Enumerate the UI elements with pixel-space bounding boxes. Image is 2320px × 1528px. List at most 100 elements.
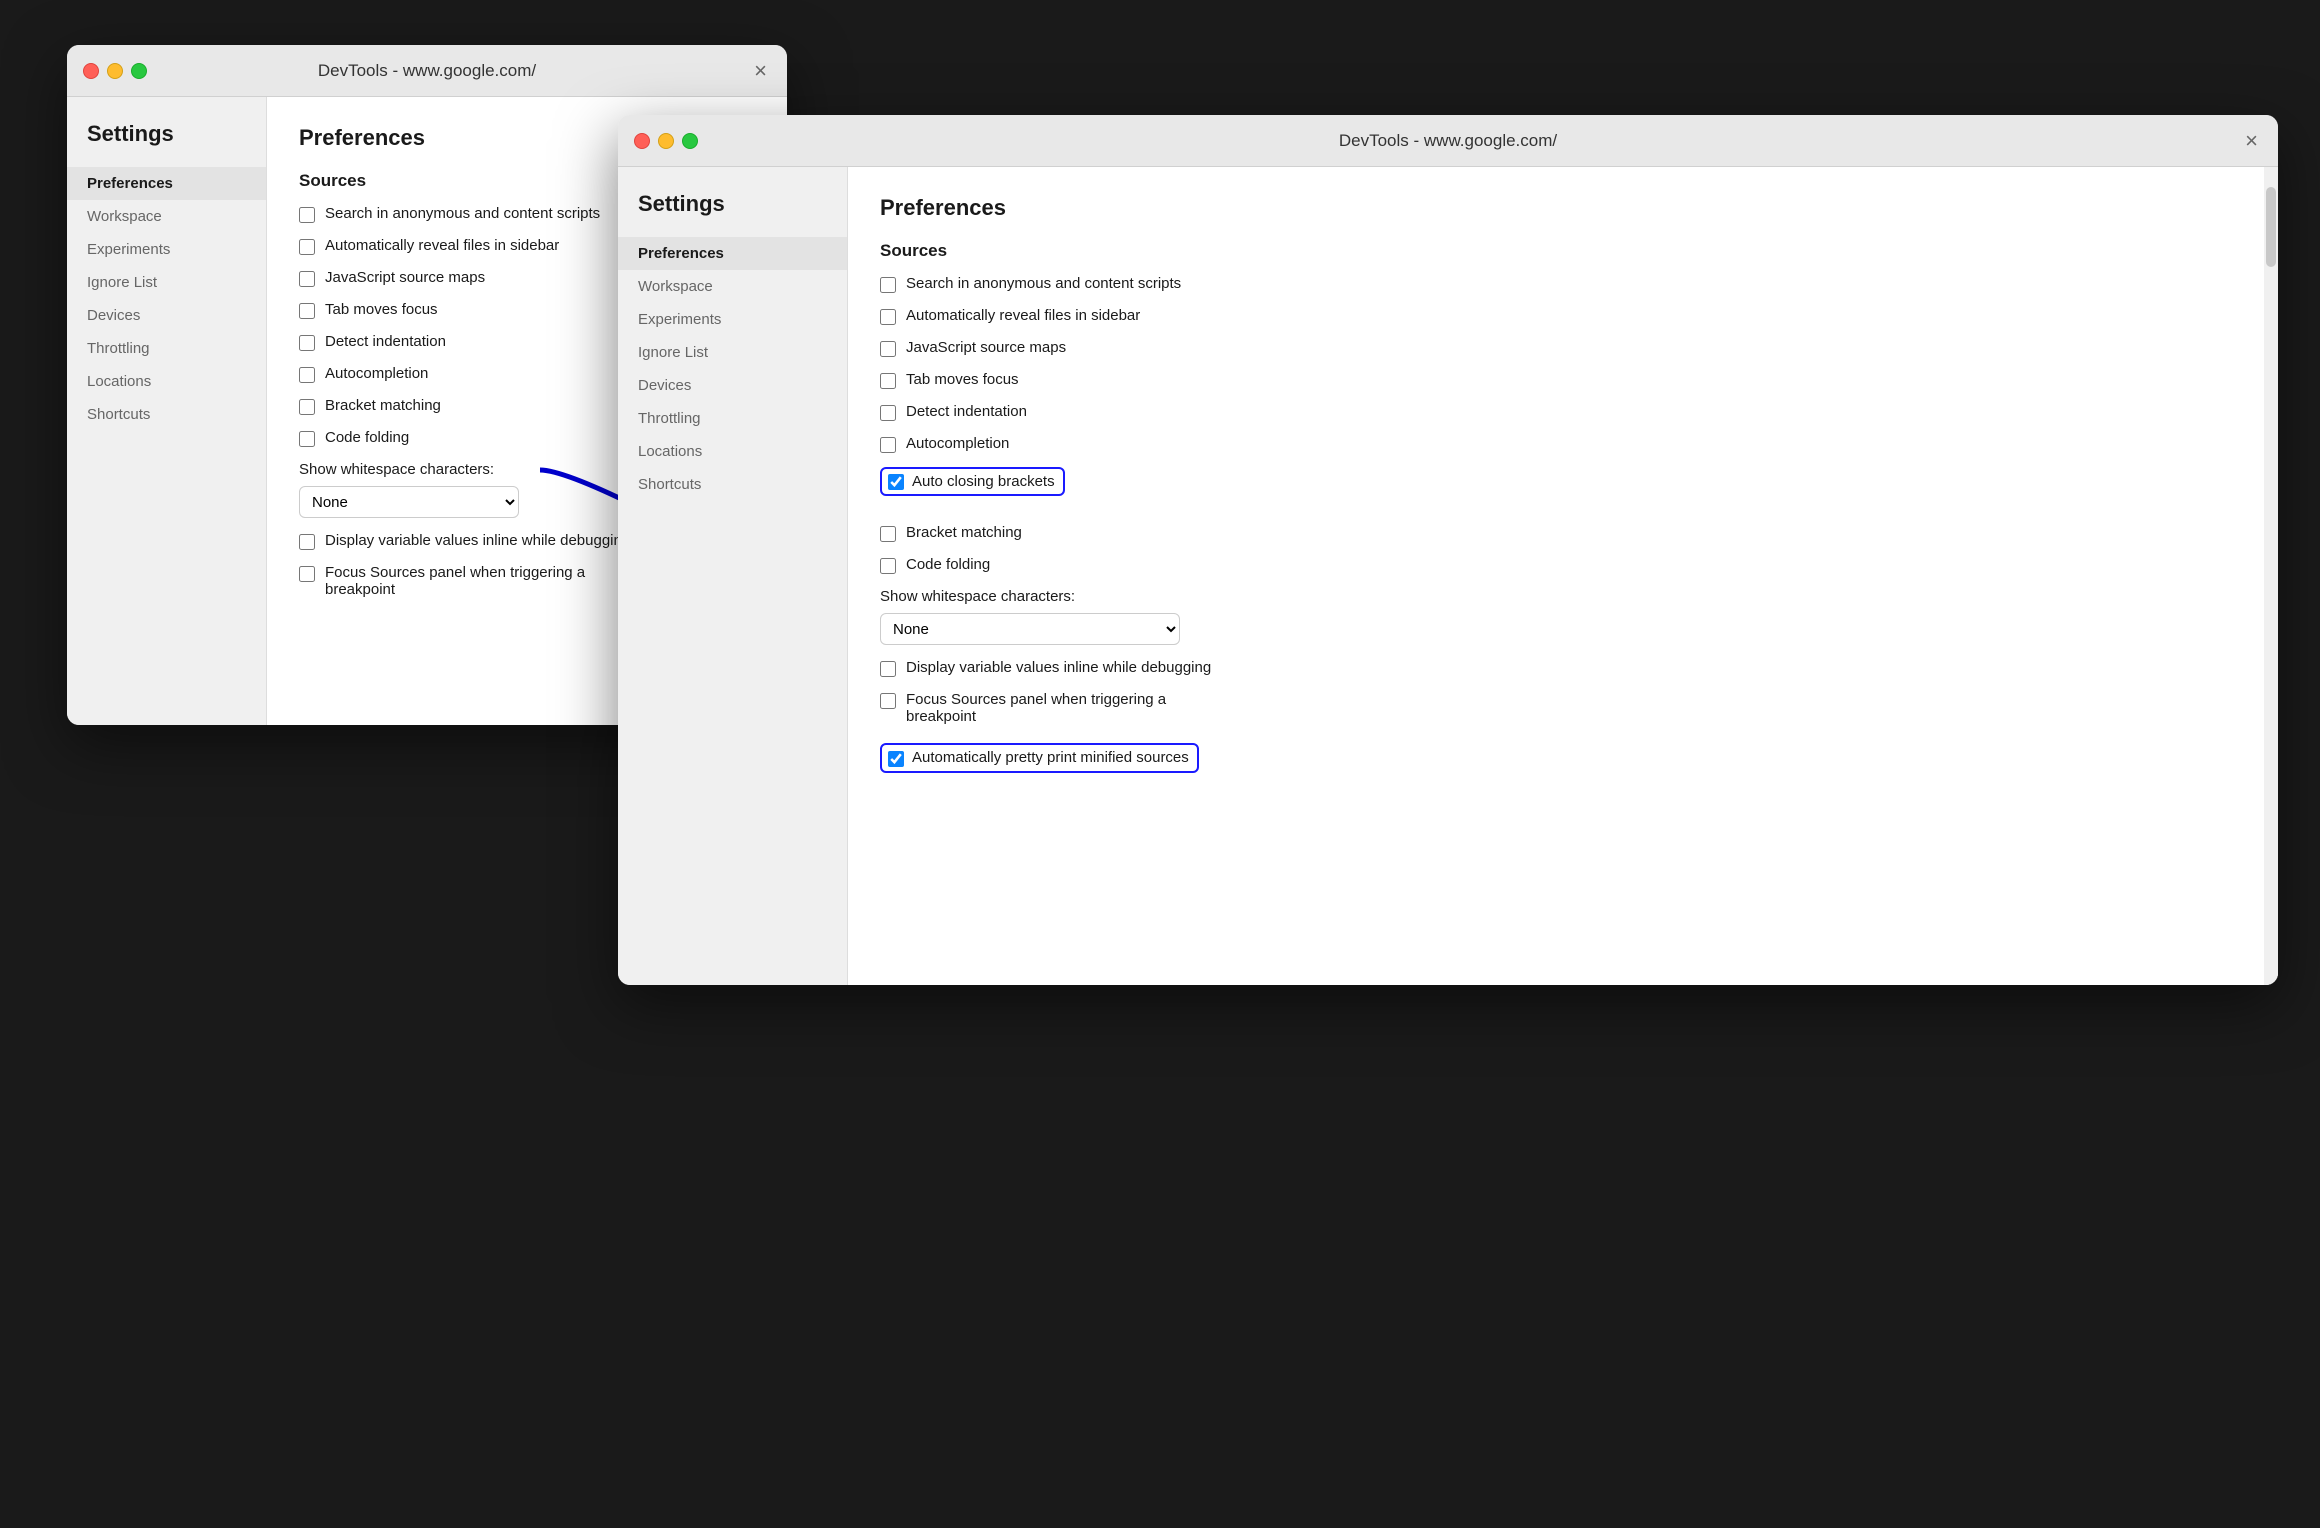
checkbox-reveal-label-1: Automatically reveal files in sidebar [325,237,559,254]
auto-closing-brackets-highlight: Auto closing brackets [880,467,1065,496]
checkbox-anon-input-1[interactable] [299,207,315,223]
checkbox-detect-input-2[interactable] [880,405,896,421]
whitespace-dropdown-row-2: None All Trailing [880,613,2250,645]
minimize-button-2[interactable] [658,133,674,149]
settings-close-2[interactable]: × [2245,130,2258,152]
checkbox-bracket-label-1: Bracket matching [325,397,441,414]
checkbox-focus-input-1[interactable] [299,566,315,582]
checkbox-autocomplete-label-1: Autocompletion [325,365,428,382]
checkbox-codefolding-label-2: Code folding [906,556,990,573]
sidebar-item-throttling-2[interactable]: Throttling [618,402,847,435]
checkbox-reveal-input-2[interactable] [880,309,896,325]
sidebar-item-experiments-2[interactable]: Experiments [618,303,847,336]
auto-pretty-print-checkbox[interactable] [888,751,904,767]
checkbox-autocomplete-label-2: Autocompletion [906,435,1009,452]
checkbox-reveal-label-2: Automatically reveal files in sidebar [906,307,1140,324]
auto-closing-brackets-row: Auto closing brackets [880,467,2250,510]
sidebar-item-locations-2[interactable]: Locations [618,435,847,468]
sidebar-item-shortcuts-1[interactable]: Shortcuts [67,398,266,431]
sidebar-item-shortcuts-2[interactable]: Shortcuts [618,468,847,501]
checkbox-codefolding-label-1: Code folding [325,429,409,446]
sidebar-item-workspace-2[interactable]: Workspace [618,270,847,303]
sidebar-item-throttling-1[interactable]: Throttling [67,332,266,365]
auto-pretty-print-highlight: Automatically pretty print minified sour… [880,743,1199,773]
close-button-2[interactable] [634,133,650,149]
checkbox-bracket-input-2[interactable] [880,526,896,542]
checkbox-focus-2: Focus Sources panel when triggering abre… [880,691,2250,725]
checkbox-autocomplete-input-2[interactable] [880,437,896,453]
settings-close-1[interactable]: × [754,60,767,82]
auto-closing-brackets-checkbox[interactable] [888,474,904,490]
checkbox-anon-label-2: Search in anonymous and content scripts [906,275,1181,292]
checkbox-focus-label-2: Focus Sources panel when triggering abre… [906,691,1166,725]
checkbox-sourcemaps-label-2: JavaScript source maps [906,339,1066,356]
sidebar-1: Settings Preferences Workspace Experimen… [67,97,267,725]
main-content-2: Preferences Sources Search in anonymous … [848,167,2278,985]
checkbox-inline-input-2[interactable] [880,661,896,677]
checkbox-focus-label-1: Focus Sources panel when triggering abre… [325,564,585,598]
maximize-button-1[interactable] [131,63,147,79]
checkbox-codefolding-input-1[interactable] [299,431,315,447]
traffic-lights-2 [634,133,698,149]
checkbox-sourcemaps-input-1[interactable] [299,271,315,287]
checkbox-reveal-2: Automatically reveal files in sidebar [880,307,2250,325]
checkbox-bracket-2: Bracket matching [880,524,2250,542]
sources-title-2: Sources [880,241,2250,261]
checkbox-anon-input-2[interactable] [880,277,896,293]
section-title-2: Preferences [880,195,2250,221]
auto-pretty-print-label: Automatically pretty print minified sour… [912,749,1189,766]
checkbox-tabfocus-input-1[interactable] [299,303,315,319]
whitespace-select-1[interactable]: None All Trailing [299,486,519,518]
auto-pretty-print-row: Automatically pretty print minified sour… [880,739,2250,773]
checkbox-focus-input-2[interactable] [880,693,896,709]
settings-body-2: Settings Preferences Workspace Experimen… [618,167,2278,985]
sidebar-item-ignore-list-2[interactable]: Ignore List [618,336,847,369]
close-button-1[interactable] [83,63,99,79]
traffic-lights-1 [83,63,147,79]
sidebar-item-locations-1[interactable]: Locations [67,365,266,398]
titlebar-1: DevTools - www.google.com/ × [67,45,787,97]
sidebar-heading-2: Settings [618,191,847,237]
minimize-button-1[interactable] [107,63,123,79]
checkbox-anon-label-1: Search in anonymous and content scripts [325,205,600,222]
checkbox-sourcemaps-input-2[interactable] [880,341,896,357]
checkbox-bracket-label-2: Bracket matching [906,524,1022,541]
sidebar-item-preferences-2[interactable]: Preferences [618,237,847,270]
checkbox-tabfocus-input-2[interactable] [880,373,896,389]
sidebar-item-preferences-1[interactable]: Preferences [67,167,266,200]
checkbox-detect-input-1[interactable] [299,335,315,351]
checkbox-detect-2: Detect indentation [880,403,2250,421]
checkbox-bracket-input-1[interactable] [299,399,315,415]
checkbox-inline-2: Display variable values inline while deb… [880,659,2250,677]
scrollbar[interactable] [2264,167,2278,985]
checkbox-sourcemaps-2: JavaScript source maps [880,339,2250,357]
auto-closing-brackets-label: Auto closing brackets [912,473,1055,490]
checkbox-anon-2: Search in anonymous and content scripts [880,275,2250,293]
sidebar-item-experiments-1[interactable]: Experiments [67,233,266,266]
checkbox-autocomplete-input-1[interactable] [299,367,315,383]
maximize-button-2[interactable] [682,133,698,149]
checkbox-inline-input-1[interactable] [299,534,315,550]
window-title-2: DevTools - www.google.com/ [1339,131,1557,151]
checkbox-codefolding-2: Code folding [880,556,2250,574]
checkbox-inline-label-2: Display variable values inline while deb… [906,659,1211,676]
sidebar-item-devices-2[interactable]: Devices [618,369,847,402]
window-2: DevTools - www.google.com/ × Settings Pr… [618,115,2278,985]
checkbox-tabfocus-label-2: Tab moves focus [906,371,1019,388]
checkbox-inline-label-1: Display variable values inline while deb… [325,532,630,549]
whitespace-select-2[interactable]: None All Trailing [880,613,1180,645]
checkbox-sourcemaps-label-1: JavaScript source maps [325,269,485,286]
scrollbar-thumb[interactable] [2266,187,2276,267]
checkbox-codefolding-input-2[interactable] [880,558,896,574]
checkbox-tabfocus-label-1: Tab moves focus [325,301,438,318]
sidebar-item-workspace-1[interactable]: Workspace [67,200,266,233]
sidebar-item-devices-1[interactable]: Devices [67,299,266,332]
checkbox-reveal-input-1[interactable] [299,239,315,255]
checkbox-detect-label-1: Detect indentation [325,333,446,350]
checkbox-tabfocus-2: Tab moves focus [880,371,2250,389]
sidebar-heading-1: Settings [67,121,266,167]
sidebar-item-ignore-list-1[interactable]: Ignore List [67,266,266,299]
checkbox-autocomplete-2: Autocompletion [880,435,2250,453]
whitespace-label-2: Show whitespace characters: [880,588,2250,605]
window-title-1: DevTools - www.google.com/ [318,61,536,81]
